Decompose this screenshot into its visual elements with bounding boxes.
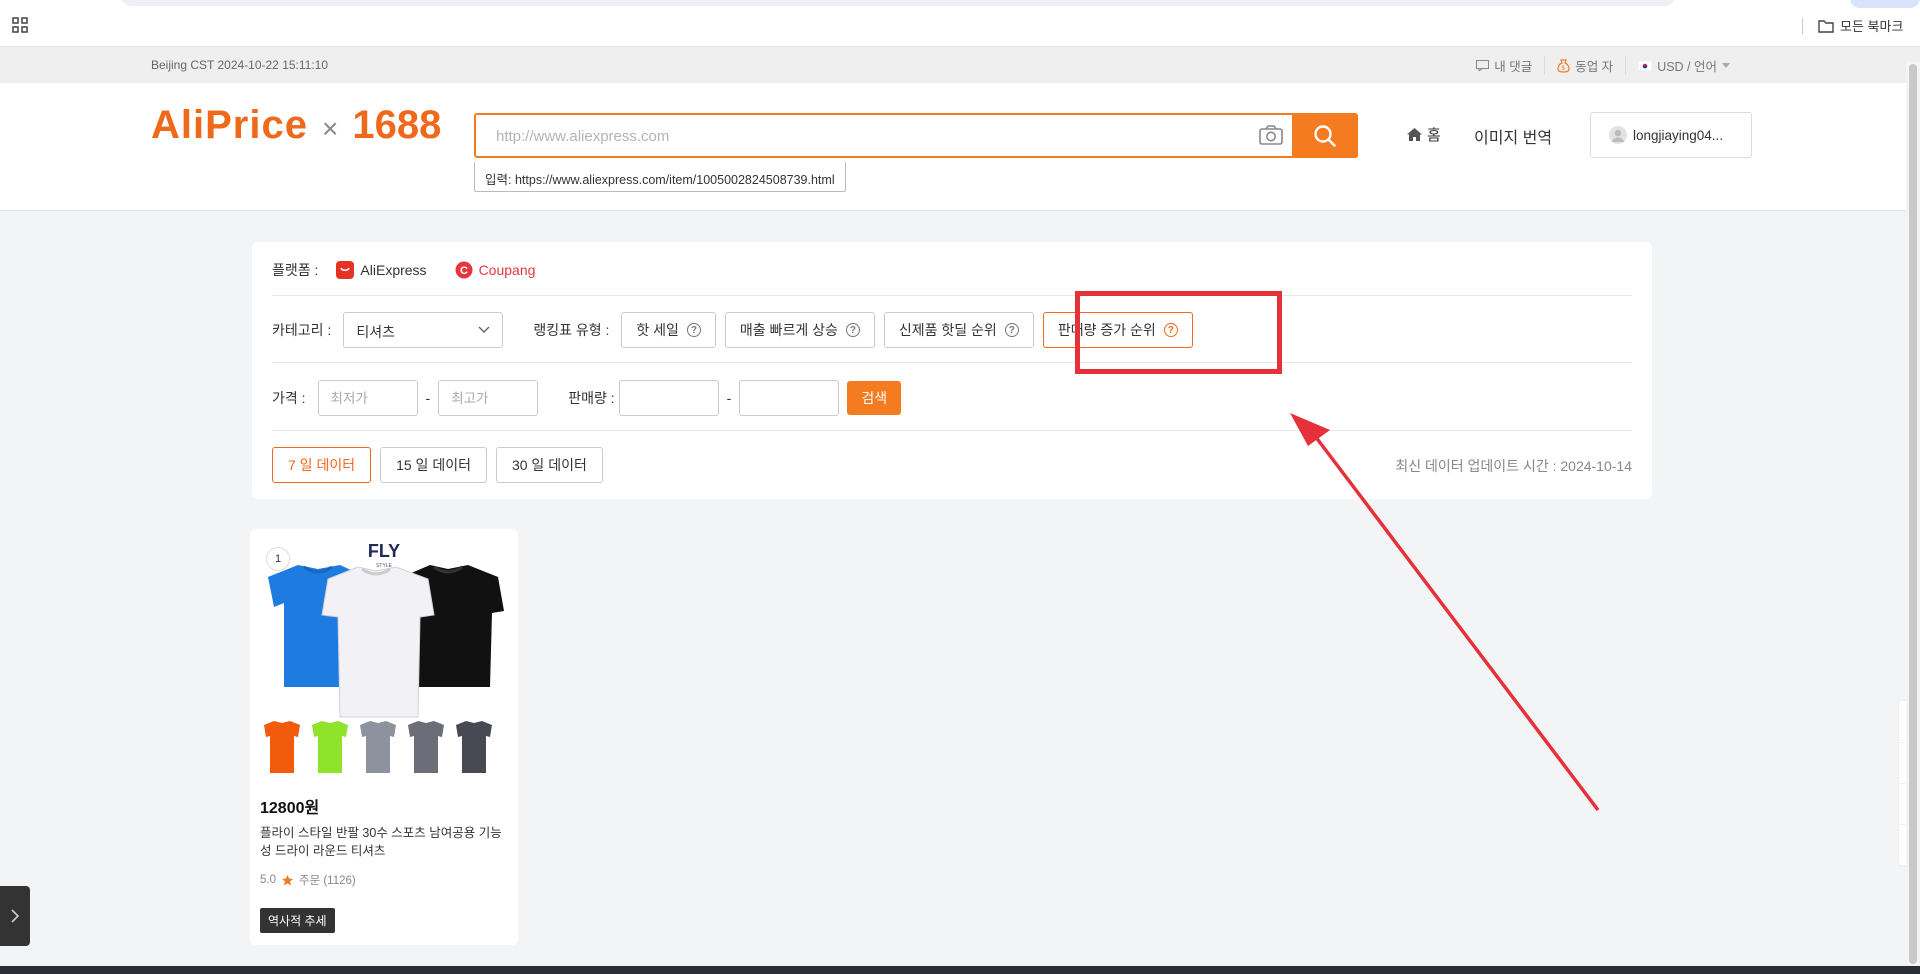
coupang-logo-icon: C <box>455 261 473 279</box>
all-bookmarks-button[interactable]: 모든 북마크 <box>1818 16 1903 35</box>
hint-label: 입력: <box>485 173 512 187</box>
caret-down-icon <box>1722 63 1730 68</box>
my-comments-link[interactable]: 내 댓글 <box>1464 56 1546 75</box>
top-info-bar: Beijing CST 2024-10-22 15:11:10 내 댓글 $ 동… <box>0 47 1920 83</box>
currency-language-label: USD / 언어 <box>1657 60 1717 74</box>
price-max-input[interactable] <box>438 380 539 416</box>
ranking-new-hot-deal[interactable]: 신제품 핫딜 순위 ? <box>883 312 1034 348</box>
highlight-box <box>1075 291 1282 374</box>
sidebar-expand-tab[interactable] <box>0 886 30 946</box>
aliexpress-logo-icon <box>336 261 355 279</box>
period-7-days[interactable]: 7 일 데이터 <box>272 447 372 483</box>
user-menu[interactable]: longjiaying04... <box>1590 112 1752 158</box>
ranking-new-hot-deal-label: 신제품 핫딜 순위 <box>898 322 997 338</box>
period-15-days[interactable]: 15 일 데이터 <box>380 447 487 483</box>
product-image[interactable]: FLY STYLE <box>258 537 510 787</box>
hint-url[interactable]: https://www.aliexpress.com/item/10050028… <box>515 173 835 187</box>
price-min-input[interactable] <box>317 380 418 416</box>
nav-home-label: 홈 <box>1427 127 1441 144</box>
platform-coupang[interactable]: C Coupang <box>455 261 536 279</box>
product-price: 12800원 <box>260 800 320 817</box>
timezone-text: Beijing CST 2024-10-22 15:11:10 <box>151 58 329 72</box>
avatar-icon <box>1609 126 1627 144</box>
affiliate-link[interactable]: $ 동업 자 <box>1545 56 1627 75</box>
ranking-hot-sale[interactable]: 핫 세일 ? <box>621 312 716 348</box>
product-card[interactable]: 1 FLY STYLE 12800원 플라이 스타일 반팔 30수 스포츠 남여… <box>250 529 518 945</box>
help-icon[interactable]: ? <box>686 323 701 337</box>
sales-max-input[interactable] <box>739 380 840 416</box>
sales-range-dash: - <box>726 390 732 406</box>
korea-flag-icon <box>1638 60 1653 71</box>
rating-value: 5.0 <box>260 874 276 886</box>
price-label: 가격 : <box>272 390 306 406</box>
help-icon[interactable]: ? <box>1004 323 1019 337</box>
logo-times: × <box>321 113 339 144</box>
bookmarks-label: 모든 북마크 <box>1840 19 1904 34</box>
product-title[interactable]: 플라이 스타일 반팔 30수 스포츠 남여공용 기능성 드라이 라운드 티셔츠 <box>260 824 510 860</box>
sales-label: 판매량 : <box>568 390 615 406</box>
red-arrow-annotation <box>1290 413 1600 812</box>
site-header: AliPrice × 1688 입력: https://www.aliexpre… <box>0 83 1920 211</box>
camera-icon[interactable] <box>1258 124 1284 146</box>
taskbar <box>0 966 1920 974</box>
brand-logo-text: FLY <box>368 541 400 561</box>
ranking-revenue-rising[interactable]: 매출 빠르게 상승 ? <box>724 312 875 348</box>
platform-coupang-label: Coupang <box>478 262 536 278</box>
ranking-revenue-rising-label: 매출 빠르게 상승 <box>739 322 838 338</box>
history-trend-button[interactable]: 역사적 추세 <box>260 908 335 933</box>
product-rating: 5.0 주문 (1126) <box>260 872 356 888</box>
my-comments-label: 내 댓글 <box>1494 60 1533 74</box>
svg-text:$: $ <box>1562 66 1566 72</box>
filter-search-button[interactable]: 검색 <box>847 381 902 415</box>
affiliate-label: 동업 자 <box>1575 60 1614 74</box>
nav-home[interactable]: 홈 <box>1407 124 1441 145</box>
platform-label: 플랫폼 : <box>272 262 319 278</box>
logo-aliprice: AliPrice <box>151 103 308 147</box>
divider <box>1802 18 1803 34</box>
divider <box>272 295 1632 296</box>
price-range-dash: - <box>425 390 431 406</box>
search-button[interactable] <box>1292 113 1358 158</box>
category-label: 카테고리 : <box>272 322 332 338</box>
profile-chip[interactable] <box>1850 0 1920 8</box>
comment-icon <box>1476 60 1490 71</box>
address-bar[interactable] <box>120 0 1676 6</box>
money-bag-icon: $ <box>1557 58 1570 73</box>
search-hint: 입력: https://www.aliexpress.com/item/1005… <box>474 162 846 192</box>
chevron-down-icon <box>478 326 490 333</box>
search-box <box>474 113 1358 158</box>
folder-icon <box>1818 19 1834 33</box>
apps-grid-icon[interactable] <box>12 17 28 33</box>
currency-language-selector[interactable]: USD / 언어 <box>1626 56 1742 75</box>
home-icon <box>1407 128 1422 141</box>
ranking-type-label: 랭킹표 유형 : <box>533 322 610 338</box>
svg-text:C: C <box>460 265 468 277</box>
ranking-hot-sale-label: 핫 세일 <box>636 322 679 338</box>
platform-aliexpress[interactable]: AliExpress <box>336 261 427 279</box>
nav-image-translate[interactable]: 이미지 번역 <box>1474 124 1552 148</box>
star-icon <box>282 874 293 885</box>
category-value: 티셔츠 <box>356 324 395 340</box>
logo-1688: 1688 <box>352 103 442 147</box>
category-select[interactable]: 티셔츠 <box>343 312 504 348</box>
order-count: 주문 (1126) <box>299 875 356 887</box>
help-icon[interactable]: ? <box>845 323 860 337</box>
scrollbar-thumb[interactable] <box>1909 64 1917 964</box>
search-input[interactable] <box>496 123 1256 149</box>
user-name: longjiaying04... <box>1633 127 1724 143</box>
sales-min-input[interactable] <box>618 380 719 416</box>
browser-bar: 모든 북마크 <box>0 0 1920 47</box>
aliprice-1688-logo[interactable]: AliPrice × 1688 <box>151 103 441 148</box>
rank-badge: 1 <box>266 547 290 571</box>
divider <box>272 362 1632 363</box>
platform-aliexpress-label: AliExpress <box>360 262 427 278</box>
chevron-right-icon <box>11 909 20 923</box>
search-icon <box>1314 124 1336 147</box>
period-30-days[interactable]: 30 일 데이터 <box>495 447 603 483</box>
